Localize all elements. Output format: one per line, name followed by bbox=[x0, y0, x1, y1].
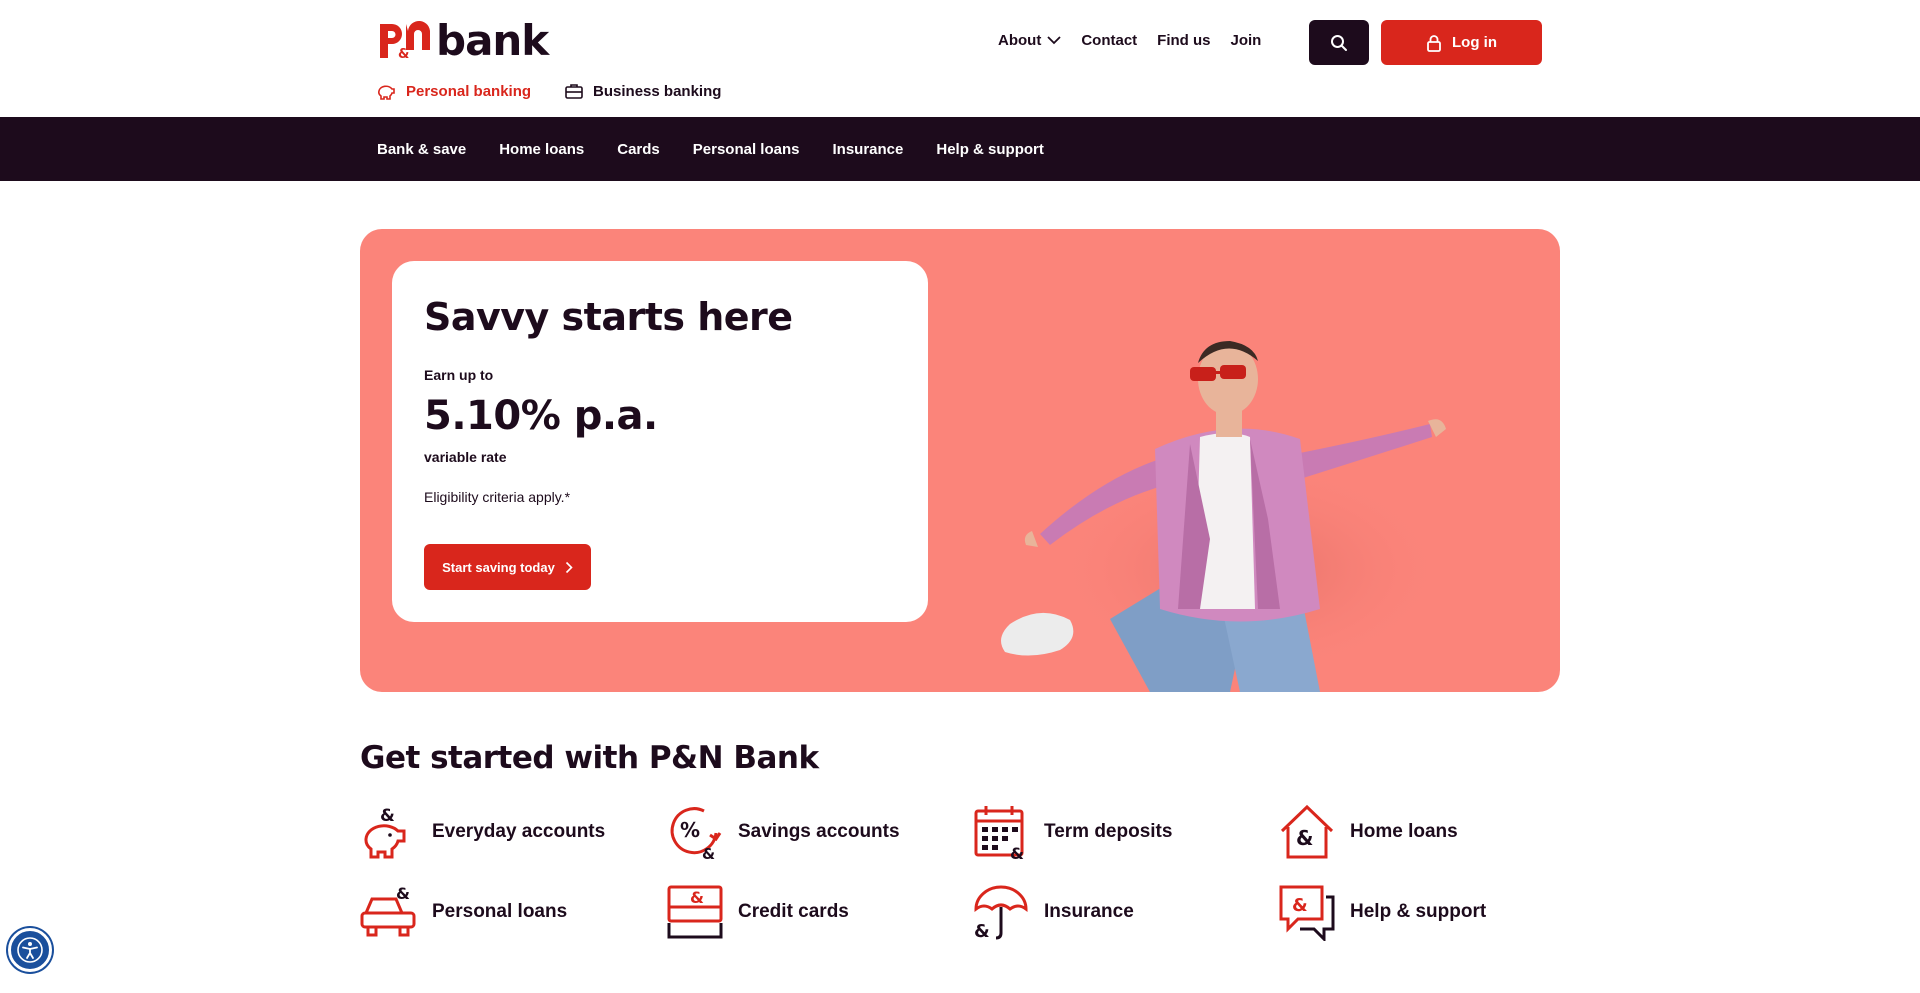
chevron-down-icon bbox=[1047, 36, 1061, 45]
calendar-icon: & bbox=[972, 803, 1030, 861]
svg-text:&: & bbox=[702, 845, 715, 861]
insurance-label: Insurance bbox=[1044, 901, 1134, 922]
nav-bank-and-save[interactable]: Bank & save bbox=[377, 141, 466, 158]
login-label: Log in bbox=[1452, 34, 1497, 51]
percent-icon: % & bbox=[666, 803, 724, 861]
hero-title: Savvy starts here bbox=[424, 295, 793, 339]
hero-eligibility: Eligibility criteria apply.* bbox=[424, 489, 571, 505]
briefcase-icon bbox=[565, 84, 583, 99]
search-button[interactable] bbox=[1309, 20, 1369, 65]
personal-loans-label: Personal loans bbox=[432, 901, 568, 922]
svg-text:&: & bbox=[380, 806, 395, 826]
house-icon: & bbox=[1278, 803, 1336, 861]
credit-cards-link[interactable]: & Credit cards bbox=[666, 883, 849, 941]
nav-personal-loans[interactable]: Personal loans bbox=[693, 141, 800, 158]
personal-loans-link[interactable]: & Personal loans bbox=[360, 883, 567, 941]
nav-home-loans[interactable]: Home loans bbox=[499, 141, 584, 158]
home-loans-label: Home loans bbox=[1350, 821, 1458, 842]
business-banking-label: Business banking bbox=[593, 82, 722, 100]
umbrella-icon: & bbox=[972, 883, 1030, 941]
logo-word: bank bbox=[436, 16, 549, 65]
hero-variable-label: variable rate bbox=[424, 449, 507, 465]
accessibility-button[interactable] bbox=[8, 928, 52, 972]
join-link[interactable]: Join bbox=[1231, 32, 1262, 49]
help-and-support-link[interactable]: & Help & support bbox=[1278, 883, 1486, 941]
help-and-support-label: Help & support bbox=[1350, 901, 1487, 922]
hero-banner: Savvy starts here Earn up to 5.10% p.a. … bbox=[360, 229, 1560, 692]
nav-help-and-support[interactable]: Help & support bbox=[936, 141, 1044, 158]
insurance-link[interactable]: & Insurance bbox=[972, 883, 1134, 941]
card-icon: & bbox=[666, 883, 724, 941]
chat-icon: & bbox=[1278, 883, 1336, 941]
svg-text:&: & bbox=[1292, 895, 1308, 916]
svg-text:&: & bbox=[396, 884, 410, 903]
nav-cards[interactable]: Cards bbox=[617, 141, 660, 158]
site-header: & bank About Contact Find us Join Log in… bbox=[0, 0, 1920, 117]
svg-text:&: & bbox=[398, 47, 409, 62]
everyday-accounts-link[interactable]: & Everyday accounts bbox=[360, 803, 605, 861]
about-menu[interactable]: About bbox=[998, 32, 1061, 49]
svg-text:&: & bbox=[1296, 826, 1313, 850]
about-label: About bbox=[998, 32, 1042, 49]
savings-accounts-link[interactable]: % & Savings accounts bbox=[666, 803, 900, 861]
term-deposits-link[interactable]: & Term deposits bbox=[972, 803, 1172, 861]
everyday-accounts-label: Everyday accounts bbox=[432, 821, 606, 842]
find-us-link[interactable]: Find us bbox=[1157, 32, 1210, 49]
start-saving-button[interactable]: Start saving today bbox=[424, 544, 591, 590]
svg-text:&: & bbox=[690, 888, 704, 907]
credit-cards-label: Credit cards bbox=[738, 901, 849, 922]
personal-banking-tab[interactable]: Personal banking bbox=[376, 82, 531, 100]
savings-accounts-label: Savings accounts bbox=[738, 821, 900, 842]
start-saving-label: Start saving today bbox=[442, 559, 555, 575]
accessibility-icon bbox=[17, 937, 43, 963]
hero-card: Savvy starts here Earn up to 5.10% p.a. … bbox=[392, 261, 928, 622]
search-icon bbox=[1331, 34, 1347, 51]
pn-bank-logo[interactable]: & bank bbox=[376, 16, 549, 65]
get-started-title: Get started with P&N Bank bbox=[360, 740, 819, 776]
utility-nav: About Contact Find us Join bbox=[998, 32, 1281, 49]
lock-icon bbox=[1427, 34, 1441, 52]
chevron-right-icon bbox=[565, 561, 573, 573]
banking-segment-switcher: Personal banking Business banking bbox=[376, 82, 755, 100]
business-banking-tab[interactable]: Business banking bbox=[565, 83, 721, 100]
term-deposits-label: Term deposits bbox=[1044, 821, 1173, 842]
svg-text:%: % bbox=[680, 818, 700, 842]
nav-insurance[interactable]: Insurance bbox=[833, 141, 904, 158]
personal-banking-label: Personal banking bbox=[406, 82, 532, 100]
svg-text:&: & bbox=[974, 921, 990, 941]
contact-link[interactable]: Contact bbox=[1081, 32, 1137, 49]
main-nav: Bank & save Home loans Cards Personal lo… bbox=[0, 117, 1920, 181]
svg-text:&: & bbox=[1010, 844, 1024, 861]
hero-earn-label: Earn up to bbox=[424, 367, 494, 383]
hero-person-image bbox=[1001, 341, 1450, 692]
login-button[interactable]: Log in bbox=[1381, 20, 1542, 65]
hero-rate: 5.10% p.a. bbox=[424, 393, 658, 439]
car-icon: & bbox=[360, 883, 418, 941]
piggy-bank-icon: & bbox=[360, 803, 418, 861]
home-loans-link[interactable]: & Home loans bbox=[1278, 803, 1458, 861]
piggy-bank-icon bbox=[378, 85, 395, 100]
pn-logo-mark: & bbox=[380, 20, 431, 62]
